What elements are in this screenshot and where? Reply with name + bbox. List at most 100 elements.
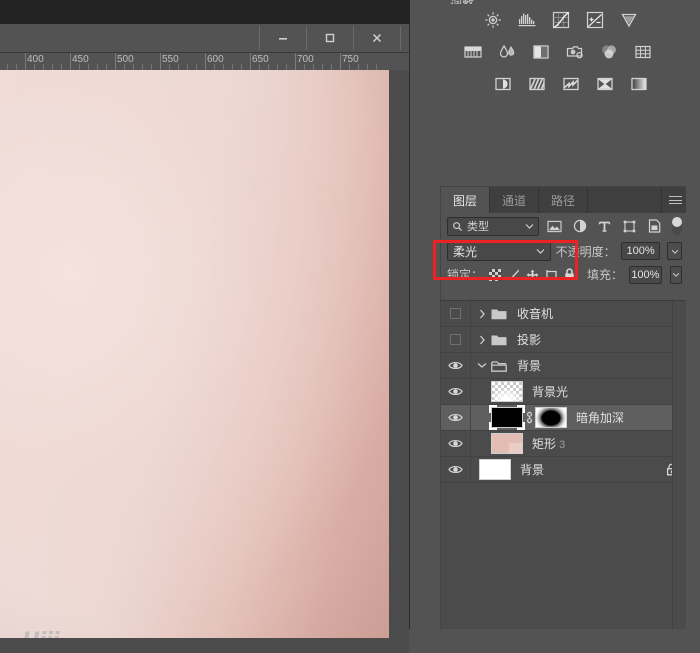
layer-content: 背景光 (471, 379, 687, 404)
curves-icon[interactable] (550, 10, 572, 30)
layer-visibility-toggle[interactable] (441, 379, 471, 404)
brightness-contrast-icon[interactable] (482, 10, 504, 30)
layer-row[interactable]: 背景光 (441, 379, 687, 405)
opacity-input[interactable]: 100% (621, 242, 661, 260)
lock-all-icon[interactable] (564, 267, 575, 282)
smart-object-filter-icon[interactable] (645, 217, 664, 236)
channel-mixer-icon[interactable] (598, 42, 620, 62)
layer-visibility-toggle[interactable] (441, 457, 471, 482)
lock-artboard-icon[interactable] (545, 267, 558, 282)
layer-row[interactable]: 矩形 3 (441, 431, 687, 457)
layer-thumbnail-shape[interactable] (491, 433, 523, 454)
lock-label: 锁定： (447, 266, 483, 283)
eye-icon (448, 438, 463, 449)
layer-name: 背景 (520, 461, 544, 478)
maximize-icon (324, 32, 336, 44)
fill-label: 填充： (587, 266, 623, 283)
layer-thumbnail-black[interactable] (491, 407, 523, 428)
app-background-strip (0, 0, 410, 24)
adjustment-icon-grid (482, 9, 654, 105)
thumbnail-focus-corner (489, 405, 497, 413)
gradient-map-icon[interactable] (594, 74, 616, 94)
layer-content: 矩形 3 (471, 431, 687, 456)
visibility-checkbox (450, 308, 461, 319)
color-balance-icon[interactable] (496, 42, 518, 62)
tab-layers[interactable]: 图层 (441, 187, 490, 213)
minimize-button[interactable] (259, 26, 306, 50)
layer-name: 背景光 (532, 383, 568, 400)
layer-thumbnail-white[interactable] (479, 459, 511, 480)
hue-saturation-icon[interactable] (462, 42, 484, 62)
layer-mask-thumbnail[interactable] (535, 407, 567, 428)
opacity-stepper[interactable] (667, 242, 682, 260)
type-filter-icon[interactable] (595, 217, 614, 236)
group-expand-toggle[interactable] (475, 309, 489, 319)
lock-transparency-icon[interactable] (489, 267, 501, 282)
layer-visibility-toggle[interactable] (441, 431, 471, 456)
layer-visibility-toggle[interactable] (441, 353, 471, 378)
color-lookup-icon[interactable] (632, 42, 654, 62)
adjustment-row-3 (492, 73, 654, 95)
levels-icon[interactable] (516, 10, 538, 30)
fill-stepper[interactable] (670, 266, 682, 284)
black-white-icon[interactable] (530, 42, 552, 62)
lock-position-icon[interactable] (526, 267, 539, 282)
adjustment-filter-icon[interactable] (570, 217, 589, 236)
group-expand-toggle[interactable] (475, 335, 489, 345)
layer-row[interactable]: 投影 (441, 327, 687, 353)
group-expand-toggle[interactable] (475, 362, 489, 369)
group-folder-icon (489, 333, 509, 346)
horizontal-ruler[interactable]: 400450500550600650700750 (0, 53, 409, 71)
layer-name: 收音机 (517, 305, 553, 322)
vibrance-icon[interactable] (618, 10, 640, 30)
eye-icon (448, 464, 463, 475)
layer-visibility-checkbox[interactable] (441, 327, 471, 352)
blend-mode-dropdown[interactable]: 柔光 (447, 242, 551, 261)
exposure-icon[interactable] (584, 10, 606, 30)
photoshop-window: 400450500550600650700750 Uiii 优优教程网 调整 (0, 0, 700, 629)
group-folder-icon (489, 307, 509, 320)
pixel-filter-icon[interactable] (545, 217, 564, 236)
layer-list-scrollbar[interactable] (672, 301, 687, 629)
folder-icon (491, 307, 507, 320)
tab-paths[interactable]: 路径 (539, 187, 588, 213)
layer-name: 矩形 3 (532, 435, 565, 452)
chevron-right-icon (479, 309, 486, 319)
layer-name: 暗角加深 (576, 409, 624, 426)
panel-menu-button[interactable] (662, 187, 688, 213)
tab-channels[interactable]: 通道 (490, 187, 539, 213)
layer-row[interactable]: 背景 (441, 457, 687, 483)
layers-panel: 图层通道路径 类型 (440, 186, 688, 629)
fill-input[interactable]: 100% (629, 266, 662, 284)
invert-icon[interactable] (492, 74, 514, 94)
maximize-button[interactable] (306, 26, 353, 50)
filter-kind-label: 类型 (467, 218, 521, 234)
selective-color-icon[interactable] (628, 74, 650, 94)
layer-row[interactable]: 暗角加深 (441, 405, 687, 431)
layer-content: 暗角加深 (471, 405, 687, 430)
vector-mask-badge (511, 443, 523, 454)
filter-enable-toggle[interactable] (672, 217, 682, 235)
blend-mode-row: 柔光 不透明度： 100% (441, 239, 688, 263)
layer-content: 背景 (471, 353, 687, 378)
layer-list[interactable]: 收音机投影背景背景光暗角加深矩形 3背景 (441, 300, 687, 629)
photo-filter-icon[interactable] (564, 42, 586, 62)
layer-content: 背景 (471, 457, 687, 482)
layer-filter-row: 类型 (441, 213, 688, 239)
layer-thumbnail-transparent[interactable] (491, 381, 523, 402)
document-window: 400450500550600650700750 Uiii 优优教程网 (0, 24, 410, 629)
lock-image-icon[interactable] (507, 267, 520, 282)
posterize-icon[interactable] (526, 74, 548, 94)
close-button[interactable] (353, 26, 401, 50)
canvas-bottom-gutter (0, 638, 409, 653)
layer-row[interactable]: 背景 (441, 353, 687, 379)
adjustments-panel: 调整 (440, 0, 688, 184)
filter-kind-select[interactable]: 类型 (447, 217, 539, 236)
shape-filter-icon[interactable] (620, 217, 639, 236)
layer-visibility-checkbox[interactable] (441, 301, 471, 326)
threshold-icon[interactable] (560, 74, 582, 94)
canvas-viewport[interactable]: Uiii 优优教程网 (0, 70, 389, 638)
chevron-down-icon (525, 223, 534, 229)
layer-visibility-toggle[interactable] (441, 405, 471, 430)
layer-row[interactable]: 收音机 (441, 301, 687, 327)
